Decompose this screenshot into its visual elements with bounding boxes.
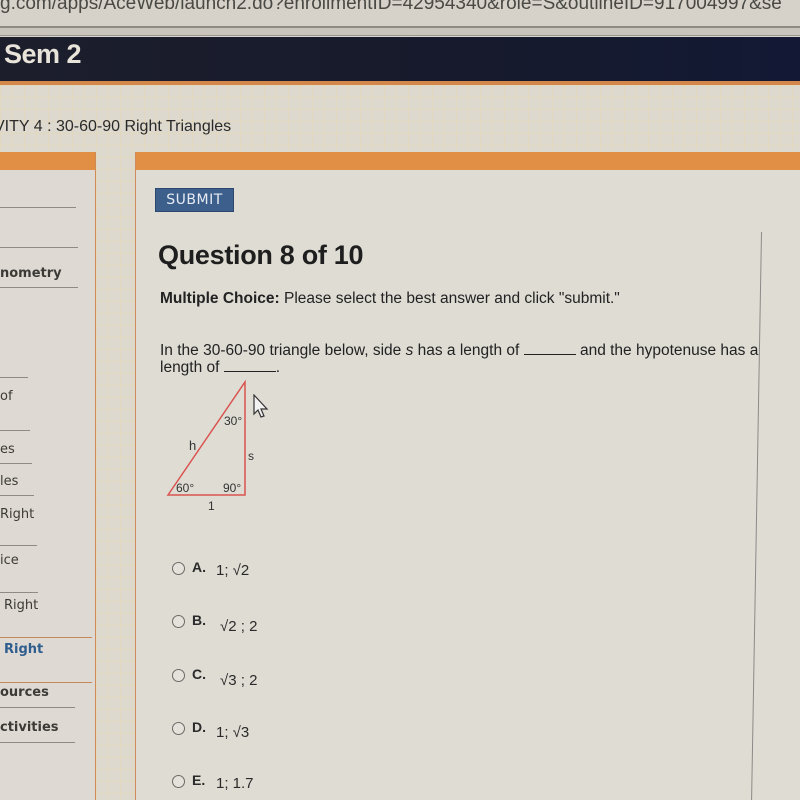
base-label: 1	[208, 499, 215, 512]
angle-60-label: 60°	[176, 481, 194, 495]
submit-button[interactable]: SUBMIT	[155, 188, 234, 212]
question-title: Question 8 of 10	[158, 240, 364, 270]
instructions-label: Multiple Choice:	[160, 290, 280, 307]
divider	[0, 377, 28, 378]
choice-text: 1; 1.7	[216, 775, 254, 792]
divider	[0, 682, 92, 683]
page-content: VITY 4 : 30-60-90 Right Triangles nometr…	[0, 85, 800, 800]
column-gap	[96, 152, 136, 800]
choice-d[interactable]: D. 1; √3	[172, 719, 249, 741]
panel-header-bar	[136, 152, 800, 170]
divider	[0, 495, 34, 496]
sidebar-item-right-2[interactable]: Right	[4, 598, 38, 613]
answer-blank-2	[223, 359, 276, 372]
sidebar-item-right-1[interactable]: Right	[0, 507, 34, 522]
choice-e[interactable]: E. 1; 1.7	[172, 772, 254, 792]
address-bar[interactable]: g.com/apps/AceWeb/launch2.do?enrollmentI…	[0, 0, 800, 28]
choice-a[interactable]: A. 1; √2	[172, 559, 249, 579]
choice-letter: D.	[192, 719, 206, 735]
sidebar-item-resources[interactable]: ources	[0, 685, 49, 700]
sidebar-item-practice[interactable]: ice	[0, 553, 19, 568]
browser-toolbar-divider	[0, 28, 800, 36]
triangle-shape	[166, 379, 246, 496]
sidebar-item-les[interactable]: les	[0, 474, 18, 489]
choice-text: √3 ; 2	[220, 672, 258, 689]
sidebar-item-es[interactable]: es	[0, 442, 15, 457]
instructions-text: Please select the best answer and click …	[279, 290, 620, 307]
answer-blank-1	[523, 342, 576, 355]
sidebar-item-of[interactable]: of	[0, 389, 13, 404]
divider	[0, 545, 37, 546]
divider	[0, 287, 78, 288]
angle-30-label: 30°	[224, 414, 242, 428]
radio-d[interactable]	[172, 722, 185, 735]
divider	[0, 637, 92, 638]
divider	[0, 707, 75, 708]
choice-text: 1; √2	[216, 562, 250, 579]
course-title: Sem 2	[4, 39, 82, 69]
radio-b[interactable]	[172, 615, 185, 628]
url-text[interactable]: g.com/apps/AceWeb/launch2.do?enrollmentI…	[0, 0, 800, 13]
choice-letter: B.	[192, 612, 206, 628]
divider	[0, 742, 75, 743]
choice-text: √2 ; 2	[220, 618, 258, 635]
choice-text: 1; √3	[216, 724, 250, 741]
divider	[0, 430, 30, 431]
sidebar: nometry of es les Right ice Right Right …	[0, 152, 96, 800]
divider	[0, 207, 76, 208]
choice-b[interactable]: B. √2 ; 2	[172, 612, 257, 635]
activity-title: VITY 4 : 30-60-90 Right Triangles	[0, 118, 232, 135]
sidebar-item-trigonometry[interactable]: nometry	[0, 266, 62, 281]
choice-letter: C.	[192, 666, 206, 682]
sidebar-item-right-active[interactable]: Right	[4, 642, 43, 657]
mouse-cursor-icon	[253, 394, 269, 418]
sidebar-header-bar	[0, 152, 95, 170]
radio-e[interactable]	[172, 775, 185, 788]
radio-c[interactable]	[172, 669, 185, 682]
question-prompt: In the 30-60-90 triangle below, side s h…	[160, 342, 759, 376]
divider	[0, 463, 32, 464]
sidebar-item-activities[interactable]: ctivities	[0, 720, 59, 735]
hypotenuse-label: h	[189, 438, 196, 453]
instructions: Multiple Choice: Please select the best …	[160, 290, 620, 308]
panel-border	[751, 231, 762, 800]
choice-c[interactable]: C. √3 ; 2	[172, 666, 257, 689]
triangle-figure: 30° h s 60° 90° 1	[166, 379, 254, 512]
question-panel: SUBMIT Question 8 of 10 Multiple Choice:…	[136, 152, 800, 800]
choice-letter: E.	[192, 772, 206, 788]
radio-a[interactable]	[172, 562, 185, 575]
divider	[0, 592, 38, 593]
choice-letter: A.	[192, 559, 206, 575]
course-header: Sem 2	[0, 37, 800, 81]
side-s-label: s	[248, 449, 254, 463]
divider	[0, 247, 78, 248]
angle-90-label: 90°	[223, 481, 241, 495]
